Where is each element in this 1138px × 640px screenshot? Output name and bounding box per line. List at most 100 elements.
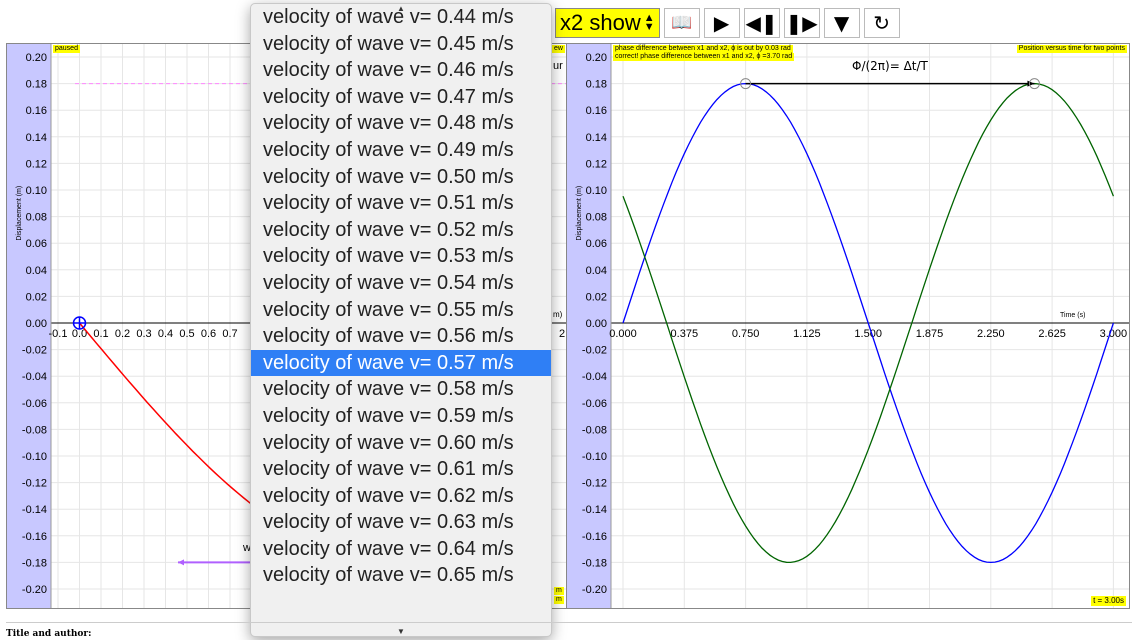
graph-fragment-unit: m) <box>553 310 563 319</box>
scroll-up-icon[interactable]: ▲ <box>251 5 551 13</box>
velocity-option[interactable]: velocity of wave v= 0.52 m/s <box>251 217 551 244</box>
velocity-dropdown[interactable]: velocity of wave v= 0.44 m/s velocity of … <box>250 3 552 637</box>
velocity-option[interactable]: velocity of wave v= 0.62 m/s <box>251 483 551 510</box>
y-axis-label: Displacement (m) <box>16 186 23 241</box>
velocity-option[interactable]: velocity of wave v= 0.59 m/s <box>251 403 551 430</box>
y-tick-label: 0.14 <box>586 132 607 144</box>
velocity-option[interactable]: velocity of wave v= 0.53 m/s <box>251 243 551 270</box>
time-graph[interactable]: 0.20 0.18 0.16 0.14 0.12 0.10 0.08 0.06 0.04 0.02… <box>566 43 1130 609</box>
x-tick-label: -0.1 <box>49 328 68 340</box>
velocity-option[interactable]: velocity of wave v= 0.48 m/s <box>251 110 551 137</box>
y-tick-label: -0.20 <box>22 584 47 596</box>
y-tick-label: 0.00 <box>586 318 607 330</box>
phase-correct-tag: correct! phase difference between x1 and… <box>613 53 795 61</box>
y-tick-label: 0.10 <box>586 185 607 197</box>
graph-fragment-label: ur <box>553 60 563 72</box>
x-tick-label: 1.500 <box>854 328 882 340</box>
reset-icon: ↻ <box>873 11 890 35</box>
y-tick-label: -0.08 <box>22 424 47 436</box>
graph-fragment-tag: ew <box>552 45 565 53</box>
velocity-option[interactable]: velocity of wave v= 0.64 m/s <box>251 536 551 563</box>
phase-formula: Φ/(2π)= Δt/T <box>852 59 928 73</box>
y-tick-label: 0.16 <box>26 105 47 117</box>
toolbar: x2 show ▲ ▼ 📖 ▶ ◀❚ ❚▶ ▼ ↻ <box>555 7 900 39</box>
velocity-option[interactable]: velocity of wave v= 0.47 m/s <box>251 84 551 111</box>
wavelength-arrowhead <box>178 559 184 566</box>
y-tick-label: 0.18 <box>586 79 607 91</box>
velocity-option[interactable]: velocity of wave v= 0.54 m/s <box>251 270 551 297</box>
book-button[interactable]: 📖 <box>663 8 700 38</box>
velocity-option[interactable]: velocity of wave v= 0.50 m/s <box>251 164 551 191</box>
spinner-icon: ▲ ▼ <box>643 12 655 33</box>
delta-t-arrowhead <box>1027 80 1035 87</box>
x-tick-label: 1.875 <box>916 328 944 340</box>
velocity-option[interactable]: velocity of wave v= 0.45 m/s <box>251 31 551 58</box>
x-tick-label: 2.625 <box>1038 328 1066 340</box>
velocity-option[interactable]: velocity of wave v= 0.60 m/s <box>251 430 551 457</box>
point-select-label: x2 show <box>560 10 641 35</box>
velocity-option[interactable]: velocity of wave v= 0.65 m/s <box>251 562 551 589</box>
y-tick-label: -0.20 <box>582 584 607 596</box>
velocity-option[interactable]: velocity of wave v= 0.61 m/s <box>251 456 551 483</box>
x-tick-label: 0.000 <box>609 328 637 340</box>
phase-out-tag: phase difference between x1 and x2, ϕ is… <box>613 45 793 53</box>
velocity-option[interactable]: velocity of wave v= 0.56 m/s <box>251 323 551 350</box>
y-tick-label: -0.02 <box>22 345 47 357</box>
y-tick-label: 0.10 <box>26 185 47 197</box>
velocity-list: velocity of wave v= 0.44 m/s velocity of … <box>251 4 551 589</box>
x-tick-label: 0.3 <box>136 328 151 340</box>
y-tick-label: 0.12 <box>26 158 47 170</box>
y-tick-label: 0.18 <box>26 79 47 91</box>
step-back-button[interactable]: ◀❚ <box>743 8 780 38</box>
step-forward-icon: ❚▶ <box>785 11 818 35</box>
paused-tag: paused <box>53 45 80 53</box>
y-axis-label: Displacement (m) <box>576 186 583 241</box>
y-tick-label: -0.08 <box>582 424 607 436</box>
play-button[interactable]: ▶ <box>703 8 740 38</box>
y-tick-label: 0.02 <box>26 291 47 303</box>
y-tick-label: 0.20 <box>26 52 47 64</box>
y-tick-label: -0.14 <box>582 504 607 516</box>
x-tick-label: 2.250 <box>977 328 1005 340</box>
y-tick-label: -0.06 <box>22 398 47 410</box>
y-tick-label: 0.04 <box>26 265 47 277</box>
y-tick-label: -0.18 <box>22 557 47 569</box>
graph-title-tag: Position versus time for two points <box>1016 45 1127 53</box>
x-tick-label: 1.125 <box>793 328 821 340</box>
x-tick-label: 0.4 <box>158 328 173 340</box>
velocity-option[interactable]: velocity of wave v= 0.57 m/s <box>251 349 551 377</box>
y-tick-label: -0.16 <box>582 531 607 543</box>
y-tick-label: 0.08 <box>586 212 607 224</box>
x-tick-label: 0.375 <box>671 328 699 340</box>
x-tick-label: 0.1 <box>93 328 108 340</box>
y-tick-label: -0.16 <box>22 531 47 543</box>
velocity-option[interactable]: velocity of wave v= 0.63 m/s <box>251 509 551 536</box>
title-author-section: Title and author: <box>6 622 1132 639</box>
x-tick-label: 0.6 <box>201 328 216 340</box>
collapse-button[interactable]: ▼ <box>823 8 860 38</box>
collapse-icon: ▼ <box>833 11 850 35</box>
graph-fragment-tag-bottom-2: m <box>554 596 564 604</box>
y-tick-label: -0.02 <box>582 345 607 357</box>
point-select[interactable]: x2 show ▲ ▼ <box>555 8 660 38</box>
y-tick-label: 0.04 <box>586 265 607 277</box>
velocity-option[interactable]: velocity of wave v= 0.46 m/s <box>251 57 551 84</box>
velocity-option[interactable]: velocity of wave v= 0.51 m/s <box>251 190 551 217</box>
step-forward-button[interactable]: ❚▶ <box>783 8 820 38</box>
time-badge: t = 3.00s <box>1091 596 1126 606</box>
y-tick-label: 0.16 <box>586 105 607 117</box>
time-axis-label: Time (s) <box>1060 312 1086 319</box>
y-tick-label: 0.00 <box>26 318 47 330</box>
y-tick-label: 0.02 <box>586 291 607 303</box>
y-tick-label: -0.06 <box>582 398 607 410</box>
y-tick-label: 0.06 <box>586 238 607 250</box>
step-back-icon: ◀❚ <box>745 11 778 35</box>
y-tick-label: 0.08 <box>26 212 47 224</box>
velocity-option[interactable]: velocity of wave v= 0.55 m/s <box>251 297 551 324</box>
y-tick-label: -0.10 <box>22 451 47 463</box>
y-tick-label: 0.06 <box>26 238 47 250</box>
y-tick-label: -0.12 <box>22 478 47 490</box>
velocity-option[interactable]: velocity of wave v= 0.49 m/s <box>251 137 551 164</box>
reset-button[interactable]: ↻ <box>863 8 900 38</box>
velocity-option[interactable]: velocity of wave v= 0.58 m/s <box>251 376 551 403</box>
